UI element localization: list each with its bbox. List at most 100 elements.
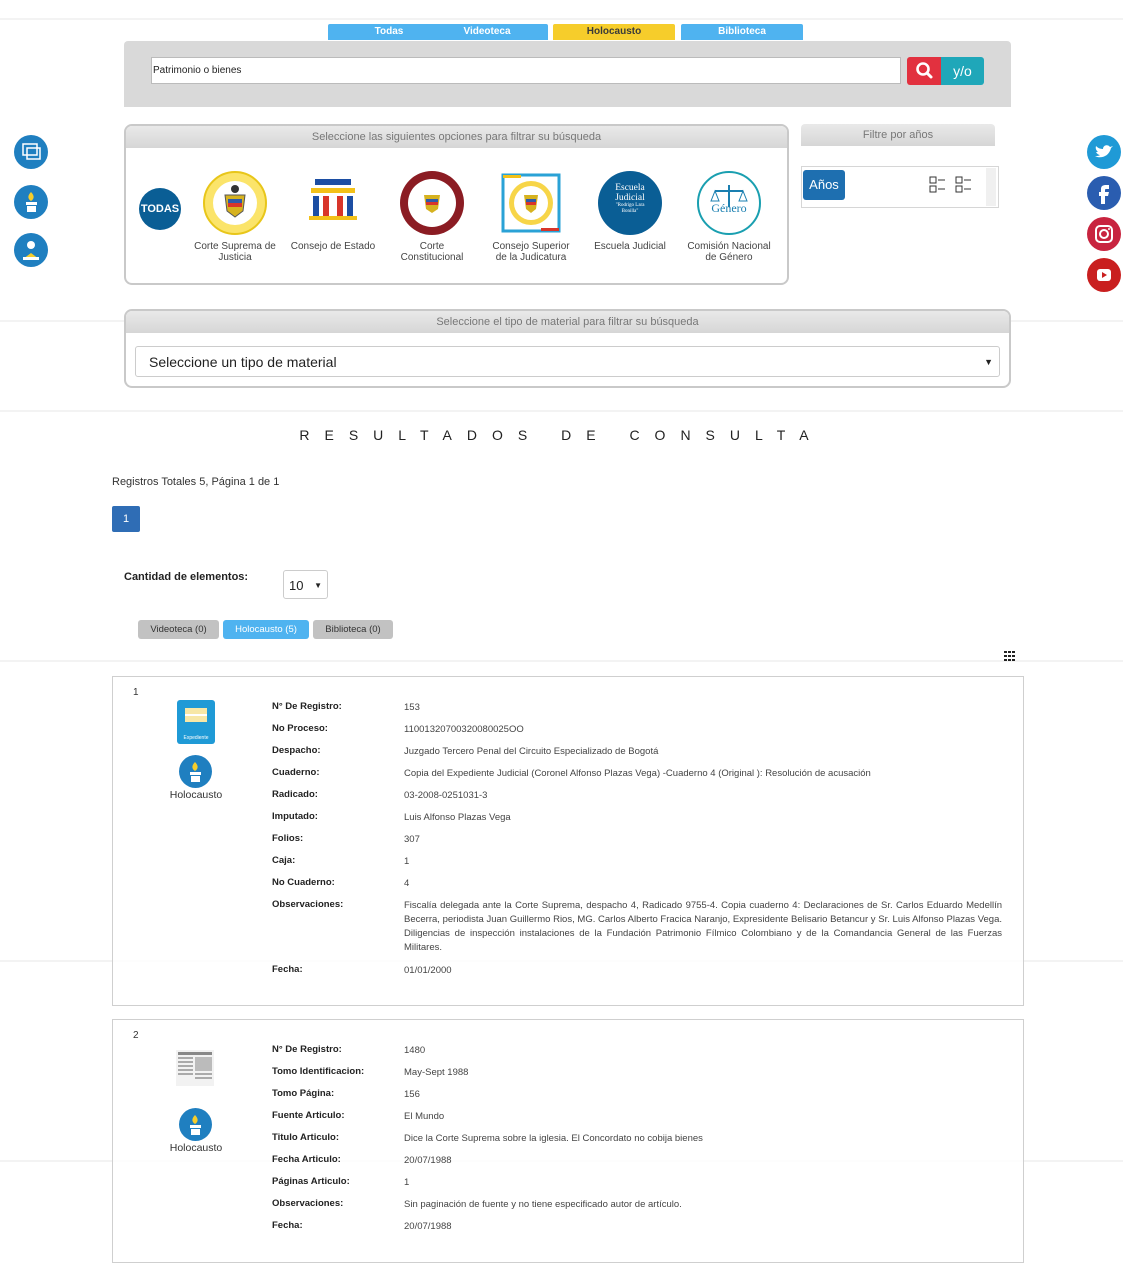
pagination-page-button[interactable]: 1 (112, 506, 140, 532)
material-type-select[interactable]: Seleccione un tipo de material ▼ (135, 346, 1000, 377)
field-value: 11001320700320080025OO (404, 724, 524, 735)
field-value: Copia del Expediente Judicial (Coronel A… (404, 768, 871, 779)
institution-consejo-estado[interactable]: Consejo de Estado (288, 171, 378, 252)
institution-corte-suprema[interactable]: Corte Suprema de Justicia (190, 171, 280, 263)
institution-escuela-judicial[interactable]: Escuela Judicial "Rodrigo Lara Bonilla" … (585, 171, 675, 252)
years-button[interactable]: Años (803, 170, 845, 200)
field-key: No Cuaderno: (272, 877, 335, 888)
checklist-icon[interactable] (929, 176, 977, 199)
biblioteca-icon[interactable] (14, 233, 48, 267)
field-key: Imputado: (272, 811, 318, 822)
results-tab-biblioteca[interactable]: Biblioteca (0) (313, 620, 393, 639)
chevron-down-icon: ▼ (314, 581, 322, 590)
twitter-icon[interactable] (1087, 135, 1121, 169)
institution-filter-header: Seleccione las siguientes opciones para … (126, 126, 787, 148)
record-number: 2 (133, 1030, 139, 1041)
institution-label: Corte Constitucional (400, 241, 464, 263)
result-card: 1 Expediente Holocausto N° De Registro: 1… (112, 676, 1024, 1006)
comision-genero-logo-icon: Género (697, 171, 761, 235)
chevron-down-icon: ▼ (984, 357, 993, 367)
field-value: 01/01/2000 (404, 965, 452, 976)
escuela-logo-text: Bonilla" (621, 209, 639, 214)
institution-label: Consejo Superior de la Judicatura (492, 241, 570, 263)
tab-biblioteca[interactable]: Biblioteca (681, 24, 803, 40)
record-number: 1 (133, 687, 139, 698)
material-filter-header: Seleccione el tipo de material para filt… (126, 311, 1009, 333)
material-select-value: Seleccione un tipo de material (149, 354, 337, 370)
result-card: 2 Holocausto N° De Registro: 1480 Tomo Id… (112, 1019, 1024, 1263)
institution-consejo-superior[interactable]: Consejo Superior de la Judicatura (486, 171, 576, 263)
tab-holocausto[interactable]: Holocausto (553, 24, 675, 40)
search-icon (916, 62, 933, 79)
newspaper-thumbnail-icon[interactable] (175, 1048, 215, 1088)
field-value: 1 (404, 1177, 410, 1188)
field-key: Observaciones: (272, 899, 344, 910)
field-key: Titulo Articulo: (272, 1132, 340, 1143)
instagram-icon[interactable] (1087, 217, 1121, 251)
holocausto-torch-icon (179, 755, 212, 788)
items-per-page-select[interactable]: 10 ▼ (283, 570, 328, 599)
years-scrollbar[interactable] (986, 168, 996, 206)
field-key: Caja: (272, 855, 296, 866)
category-label: Holocausto (169, 789, 223, 801)
field-key: No Proceso: (272, 723, 328, 734)
field-key: Fecha: (272, 1220, 303, 1231)
institution-label: Escuela Judicial (594, 241, 666, 252)
field-value: Dice la Corte Suprema sobre la iglesia. … (404, 1133, 703, 1144)
corte-constitucional-logo-icon (400, 171, 464, 235)
results-total: Registros Totales 5, Página 1 de 1 (112, 476, 280, 488)
institution-label: Comisión Nacional de Género (687, 241, 771, 263)
institution-corte-constitucional[interactable]: Corte Constitucional (387, 171, 477, 263)
field-value: 1480 (404, 1045, 426, 1056)
search-button[interactable] (907, 57, 941, 85)
videoteca-icon[interactable] (14, 135, 48, 169)
field-value: Fiscalía delegada ante la Corte Suprema,… (404, 900, 1002, 953)
youtube-icon[interactable] (1087, 258, 1121, 292)
field-key: Observaciones: (272, 1198, 344, 1209)
category-label: Holocausto (169, 1142, 223, 1154)
grid-view-icon[interactable] (1004, 648, 1016, 661)
holocausto-icon[interactable] (14, 185, 48, 219)
field-value: Juzgado Tercero Penal del Circuito Espec… (404, 746, 659, 757)
items-per-page-label: Cantidad de elementos: (124, 571, 249, 583)
escuela-logo-text: Judicial (615, 193, 645, 203)
results-tab-holocausto[interactable]: Holocausto (5) (223, 620, 309, 639)
consejo-estado-logo-icon (301, 171, 365, 235)
field-key: Páginas Articulo: (272, 1176, 350, 1187)
and-or-toggle-button[interactable]: y/o (941, 57, 984, 85)
field-key: Folios: (272, 833, 304, 844)
search-input[interactable] (151, 57, 901, 84)
institution-label: Consejo de Estado (290, 241, 376, 252)
field-value: 4 (404, 878, 410, 889)
field-value: Luis Alfonso Plazas Vega (404, 812, 511, 823)
field-value: May-Sept 1988 (404, 1067, 469, 1078)
institution-filter-panel: Seleccione las siguientes opciones para … (124, 124, 789, 285)
years-filter-header: Filtre por años (801, 124, 995, 146)
holocausto-torch-icon (179, 1108, 212, 1141)
field-key: Fecha: (272, 964, 303, 975)
results-tab-videoteca[interactable]: Videoteca (0) (138, 620, 219, 639)
field-key: N° De Registro: (272, 701, 342, 712)
field-value: 153 (404, 702, 420, 713)
field-value: 03-2008-0251031-3 (404, 790, 488, 801)
tab-videoteca[interactable]: Videoteca (426, 24, 548, 40)
escuela-judicial-logo-icon: Escuela Judicial "Rodrigo Lara Bonilla" (598, 171, 662, 235)
field-value: El Mundo (404, 1111, 445, 1122)
results-title: RESULTADOS DE CONSULTA (299, 427, 824, 443)
field-value: Sin paginación de fuente y no tiene espe… (404, 1199, 682, 1210)
institution-comision-genero[interactable]: Género Comisión Nacional de Género (684, 171, 774, 263)
genero-logo-text: Género (711, 201, 747, 215)
field-value: 20/07/1988 (404, 1221, 452, 1232)
field-key: Fecha Articulo: (272, 1154, 341, 1165)
field-value: 1 (404, 856, 410, 867)
items-per-page-value: 10 (289, 578, 304, 593)
field-key: N° De Registro: (272, 1044, 342, 1055)
years-filter-panel: Filtre por años (801, 124, 995, 146)
field-value: 156 (404, 1089, 420, 1100)
expediente-thumbnail-icon[interactable]: Expediente (177, 700, 215, 744)
expediente-label: Expediente (183, 735, 209, 741)
todas-button[interactable]: TODAS (139, 188, 181, 230)
field-key: Tomo Identificacion: (272, 1066, 365, 1077)
facebook-icon[interactable] (1087, 176, 1121, 210)
field-key: Cuaderno: (272, 767, 320, 778)
